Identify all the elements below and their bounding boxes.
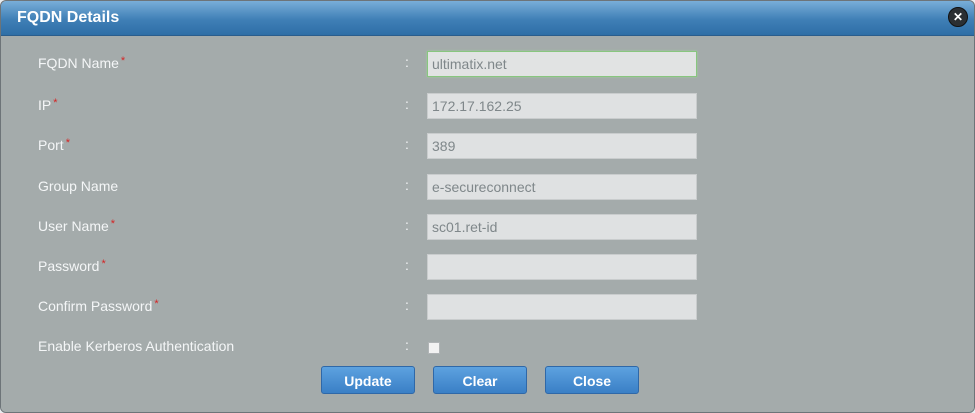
row-password: Password * :	[1, 254, 974, 282]
row-confirm-password: Confirm Password * :	[1, 294, 974, 322]
fqdn-name-label-text: FQDN Name	[38, 55, 119, 71]
user-name-input[interactable]: sc01.ret-id	[427, 214, 697, 240]
password-label-text: Password	[38, 258, 100, 274]
password-input[interactable]	[427, 254, 697, 280]
ip-label-text: IP	[38, 97, 52, 113]
colon: :	[405, 297, 409, 313]
group-name-input[interactable]: e-secureconnect	[427, 174, 697, 200]
colon: :	[405, 217, 409, 233]
close-icon[interactable]: ✕	[948, 7, 968, 27]
user-name-label-text: User Name	[38, 218, 109, 234]
row-group-name: Group Name : e-secureconnect	[1, 174, 974, 202]
row-ip: IP * : 172.17.162.25	[1, 93, 974, 121]
colon: :	[405, 177, 409, 193]
colon: :	[405, 337, 409, 353]
required-mark: *	[53, 97, 58, 109]
row-fqdn-name: FQDN Name * : ultimatix.net	[1, 51, 974, 79]
port-label-text: Port	[38, 137, 64, 153]
row-port: Port * : 389	[1, 133, 974, 161]
required-mark: *	[101, 258, 106, 270]
close-button[interactable]: Close	[545, 366, 639, 394]
confirm-password-label-text: Confirm Password	[38, 298, 153, 314]
required-mark: *	[110, 218, 116, 230]
colon: :	[405, 96, 409, 112]
required-mark: *	[120, 55, 126, 67]
fqdn-name-label: FQDN Name *	[38, 55, 125, 71]
clear-button[interactable]: Clear	[433, 366, 527, 394]
colon: :	[405, 136, 409, 152]
ip-label: IP *	[38, 97, 58, 113]
port-label: Port *	[38, 137, 70, 153]
dialog-titlebar: FQDN Details ✕	[1, 1, 974, 36]
ip-input[interactable]: 172.17.162.25	[427, 93, 697, 119]
colon: :	[405, 257, 409, 273]
port-input[interactable]: 389	[427, 133, 697, 159]
colon: :	[405, 54, 409, 70]
confirm-password-input[interactable]	[427, 294, 697, 320]
fqdn-name-input[interactable]: ultimatix.net	[427, 51, 697, 77]
password-label: Password *	[38, 258, 106, 274]
required-mark: *	[65, 137, 70, 149]
dialog-title: FQDN Details	[17, 9, 120, 26]
fqdn-details-dialog: FQDN Details ✕ FQDN Name * : ultimatix.ne…	[0, 0, 975, 413]
confirm-password-label: Confirm Password *	[38, 298, 159, 314]
dialog-body: FQDN Name * : ultimatix.net IP * : 172.17.…	[1, 36, 974, 412]
row-user-name: User Name * : sc01.ret-id	[1, 214, 974, 242]
group-name-label: Group Name	[38, 178, 119, 194]
kerberos-checkbox[interactable]	[428, 342, 440, 354]
kerberos-label: Enable Kerberos Authentication	[38, 338, 235, 354]
required-mark: *	[154, 298, 159, 310]
update-button[interactable]: Update	[321, 366, 415, 394]
row-kerberos: Enable Kerberos Authentication :	[1, 334, 974, 362]
user-name-label: User Name *	[38, 218, 115, 234]
